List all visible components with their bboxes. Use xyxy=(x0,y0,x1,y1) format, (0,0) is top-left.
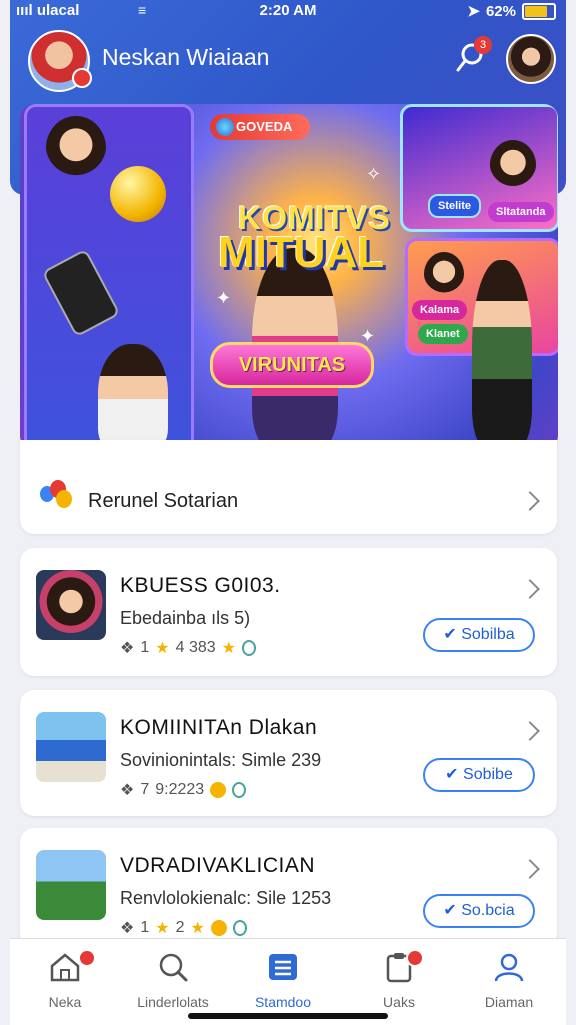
battery-icon xyxy=(522,2,556,20)
star-icon: ★ xyxy=(190,920,205,937)
battery-percent: 62% xyxy=(485,2,516,20)
nav-search[interactable]: Linderlolats xyxy=(118,951,228,1010)
list-item-title: KBUESS G0I03. xyxy=(120,574,281,597)
notification-button[interactable]: 3 xyxy=(454,36,492,74)
hero-orb xyxy=(110,166,166,222)
list-item-meta: ❖ 1 ★ 4 383 ★ xyxy=(120,638,256,658)
nav-home[interactable]: Neka xyxy=(10,949,120,1010)
action-button[interactable]: ✔ So.bcia xyxy=(423,894,535,928)
meta-count: 7 xyxy=(140,781,150,798)
hero-top-tag: GOVEDA xyxy=(210,114,310,140)
chevron-right-icon xyxy=(520,491,540,511)
hero-pill-button[interactable]: VIRUNITAS xyxy=(210,342,374,388)
nav-label: Neka xyxy=(48,994,82,1010)
chevron-right-icon[interactable] xyxy=(520,721,540,741)
list-item[interactable]: KBUESS G0I03. Ebedainba ıls 5) ❖ 1 ★ 4 3… xyxy=(20,548,557,676)
hero-person-right xyxy=(472,260,532,446)
meta-value: 9:2223 xyxy=(155,781,205,798)
hero-face-top-right xyxy=(490,140,536,190)
app-avatar[interactable] xyxy=(28,30,92,92)
location-icon: ➤ xyxy=(467,3,480,20)
nav-stamdoo[interactable]: Stamdoo xyxy=(228,951,338,1010)
nav-label: Linderlolats xyxy=(137,994,209,1010)
list-item-title: VDRADIVAKLICIAN xyxy=(120,854,315,877)
promo-label: Rerunel Sotarian xyxy=(88,490,239,512)
meta-count: 1 xyxy=(140,639,150,656)
tag-icon: ❖ xyxy=(120,640,135,657)
hero-face-mid-right xyxy=(424,252,464,296)
coin-icon xyxy=(210,782,227,798)
action-button[interactable]: ✔ Sobibe xyxy=(423,758,535,792)
list-item-subtitle: Sovinionintals: Simle 239 xyxy=(120,750,322,770)
hero-face-left xyxy=(46,116,106,180)
list-item-subtitle: Ebedainba ıls 5) xyxy=(120,608,251,628)
hero-mini-tag-1: Stelite xyxy=(428,194,482,218)
tag-icon: ❖ xyxy=(120,920,135,937)
sparkle-icon: ✦ xyxy=(360,326,376,346)
nav-badge xyxy=(78,949,96,967)
status-bar: ıııl ulacal ≡ 2:20 AM ➤ 62% xyxy=(0,0,576,22)
list-thumbnail xyxy=(36,570,106,640)
nav-uaks[interactable]: Uaks xyxy=(344,949,454,1010)
meta-count: 1 xyxy=(140,919,150,936)
chevron-right-icon[interactable] xyxy=(520,579,540,599)
balloons-icon xyxy=(40,480,74,510)
sparkle-icon: ✦ xyxy=(216,288,232,308)
hero-mini-tag-3: Kalama xyxy=(412,300,468,320)
meta-value: 2 xyxy=(175,919,185,936)
meta-value: 4 383 xyxy=(175,639,216,656)
list-item-meta: ❖ 1 ★ 2 ★ xyxy=(120,918,247,938)
list-thumbnail xyxy=(36,850,106,920)
nav-profile[interactable]: Diaman xyxy=(454,951,564,1010)
search-icon xyxy=(159,953,188,982)
list-item[interactable]: VDRADIVAKLICIAN Renvlolokienalc: Sile 12… xyxy=(20,828,557,948)
zero-icon xyxy=(232,782,247,798)
star-icon: ★ xyxy=(155,640,170,657)
notification-count: 3 xyxy=(474,36,492,54)
promo-row[interactable]: Rerunel Sotarian xyxy=(20,440,557,534)
chevron-right-icon[interactable] xyxy=(520,859,540,879)
hero-mini-tag-2: Sltatanda xyxy=(488,202,554,222)
profile-avatar[interactable] xyxy=(506,34,556,84)
home-icon xyxy=(50,953,80,982)
user-icon xyxy=(494,953,524,982)
hero-mini-tag-4: Klanet xyxy=(418,324,468,344)
list-item-meta: ❖ 7 9:2223 xyxy=(120,780,247,800)
hero-title-line2: MITUAL xyxy=(218,228,385,277)
nav-label: Stamdoo xyxy=(254,994,312,1010)
nav-label: Diaman xyxy=(484,994,534,1010)
bottom-nav: Neka Linderlolats Stamdoo Uaks Diaman xyxy=(10,938,566,1025)
list-icon xyxy=(269,954,297,980)
list-item-title: KOMIINITAn Dlakan xyxy=(120,716,318,739)
star-icon: ★ xyxy=(155,920,170,937)
nav-label: Uaks xyxy=(383,994,415,1010)
list-thumbnail xyxy=(36,712,106,782)
sparkle-icon: ✧ xyxy=(366,164,382,184)
hero-banner[interactable]: GOVEDA KOMITVS MITUAL VIRUNITAS Stelite … xyxy=(20,104,558,450)
star-icon: ★ xyxy=(221,640,236,657)
home-indicator xyxy=(188,1013,388,1019)
coin-icon xyxy=(210,920,227,936)
hero-person-left xyxy=(98,344,168,450)
list-item-subtitle: Renvlolokienalc: Sile 1253 xyxy=(120,888,332,908)
action-button[interactable]: ✔ Sobilba xyxy=(423,618,535,652)
avatar-badge xyxy=(72,68,92,88)
list-item[interactable]: KOMIINITAn Dlakan Sovinionintals: Simle … xyxy=(20,690,557,816)
zero-icon xyxy=(232,920,247,936)
zero-icon xyxy=(241,640,256,656)
status-right: ➤ 62% xyxy=(467,2,556,20)
app-title: Neskan Wiaiaan xyxy=(102,44,270,70)
nav-badge xyxy=(406,949,424,967)
tag-icon: ❖ xyxy=(120,782,135,799)
